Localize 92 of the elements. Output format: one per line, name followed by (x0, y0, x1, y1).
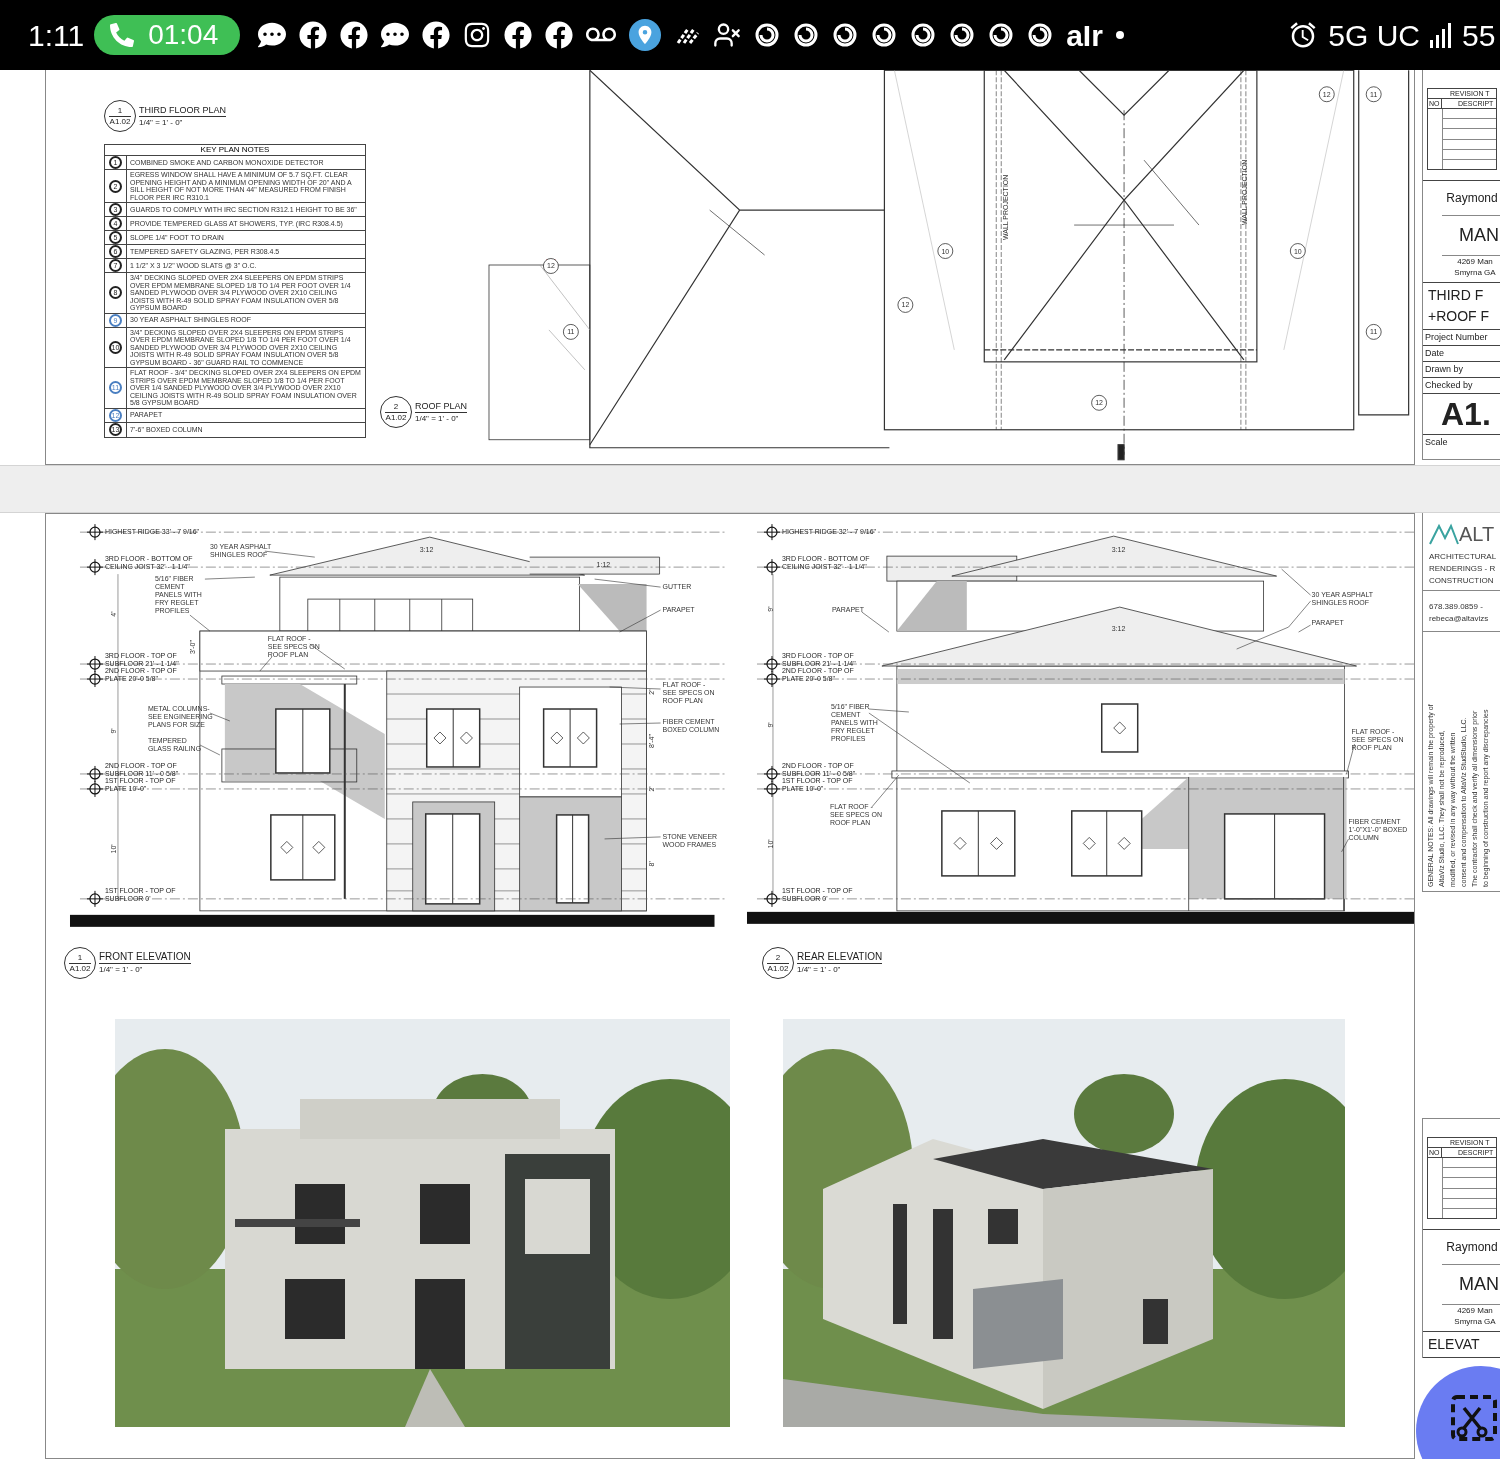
level-marker-icon (763, 523, 780, 541)
network-label: 5G UC (1328, 17, 1420, 54)
spiral-app-icon (793, 22, 820, 48)
call-pill[interactable]: 01:04 (94, 15, 241, 55)
field-label: Project Number (1423, 330, 1500, 346)
field-label: Date (1423, 346, 1500, 362)
f-logo-icon (545, 21, 574, 49)
f-logo-icon (422, 21, 451, 49)
f-logo-icon (504, 21, 533, 49)
view-scale: 1/4" = 1' - 0" (415, 413, 460, 424)
f-logo-icon (340, 21, 369, 49)
field-label: Drawn by (1423, 362, 1500, 378)
view-scale: 1/4" = 1' - 0" (99, 964, 144, 975)
leader-line (1340, 838, 1349, 853)
field-label: Checked by (1423, 378, 1500, 394)
f-logo-icon (299, 21, 328, 49)
sheet-number: A1. (1423, 394, 1500, 435)
level-marker-icon (763, 558, 780, 576)
table-row (1442, 1158, 1496, 1169)
spiral-app-icon (832, 22, 859, 48)
view-title: REAR ELEVATION (797, 951, 883, 964)
level-marker-icon (763, 780, 780, 798)
level-marker-icon (763, 670, 780, 688)
client-name: Raymond (1446, 190, 1498, 207)
service-line: CONSTRUCTION (1429, 575, 1495, 587)
spiral-app-icon (871, 22, 898, 48)
contact-line: 678.389.0859 - (1429, 601, 1484, 613)
project-name: MAN (1459, 224, 1499, 247)
view-scale: 1/4" = 1' - 0" (139, 117, 184, 128)
leader-line (619, 609, 661, 633)
address-line: 4269 Man (1457, 1305, 1493, 1316)
spiral-app-icon (754, 22, 781, 48)
level-marker-icon (763, 655, 780, 673)
spiral-app-icon (949, 22, 976, 48)
view-title: FRONT ELEVATION (99, 951, 191, 964)
sheet-title: THIRD F (1428, 286, 1485, 305)
dot-icon (1115, 31, 1124, 39)
logo-text: ALT (1459, 524, 1495, 544)
level-marker-icon (86, 523, 104, 541)
level-marker-icon (763, 765, 780, 783)
level-marker-icon (86, 765, 104, 783)
leader-line (861, 611, 889, 633)
project-name: MAN (1459, 1273, 1499, 1296)
view-scale: 1/4" = 1' - 0" (797, 964, 842, 975)
app-label: aIr (1066, 17, 1103, 54)
service-line: ARCHITECTURAL (1429, 551, 1498, 563)
person-x-icon (713, 21, 742, 49)
chat-bubble-icon (258, 21, 287, 49)
spiral-app-icon (1027, 22, 1054, 48)
level-marker-icon (86, 780, 104, 798)
table-row (1442, 1188, 1496, 1199)
camera-logo-icon (463, 21, 492, 49)
leader-line (594, 578, 661, 588)
level-marker-icon (86, 558, 104, 576)
table-row (1442, 109, 1496, 120)
spiral-app-icon (910, 22, 937, 48)
table-row (1442, 1178, 1496, 1189)
signal-icon (1430, 22, 1452, 48)
table-row (1442, 1198, 1496, 1209)
client-name: Raymond (1446, 1239, 1498, 1256)
phone-icon (110, 23, 135, 47)
table-row (1442, 129, 1496, 140)
table-row (1442, 1168, 1496, 1179)
leader-line (604, 836, 661, 840)
sheet-title: +ROOF F (1428, 307, 1491, 326)
level-marker-icon (86, 655, 104, 673)
contact-line: rebeca@altavizs (1429, 613, 1490, 625)
view-title: THIRD FLOOR PLAN (139, 104, 226, 117)
address-line: 4269 Man (1457, 256, 1493, 267)
view-title: ROOF PLAN (415, 400, 467, 413)
service-line: RENDERINGS - R (1429, 563, 1497, 575)
table-row (1442, 149, 1496, 160)
level-marker-icon (86, 670, 104, 688)
leader-line (609, 686, 661, 690)
table-title: KEY PLAN NOTES (105, 145, 365, 156)
level-marker-icon (86, 890, 104, 908)
address-line: Smyrna GA (1454, 1316, 1496, 1327)
sheet-title: ELEVAT (1428, 1335, 1481, 1354)
table-row (1442, 119, 1496, 130)
leader-line (199, 744, 221, 756)
field-label: Scale (1424, 436, 1449, 449)
chat-bubble-icon (381, 21, 410, 49)
mountain-logo-icon (1429, 523, 1459, 545)
battery-percent: 55 (1462, 17, 1497, 54)
level-marker-icon (763, 890, 780, 908)
clock-time: 1:11 (28, 17, 85, 54)
spiral-app-icon (988, 22, 1015, 48)
table-row (1442, 139, 1496, 150)
scissors-icon (1450, 1394, 1498, 1442)
leader-line (619, 722, 661, 725)
address-line: Smyrna GA (1454, 267, 1496, 278)
location-pin-icon (629, 19, 662, 51)
